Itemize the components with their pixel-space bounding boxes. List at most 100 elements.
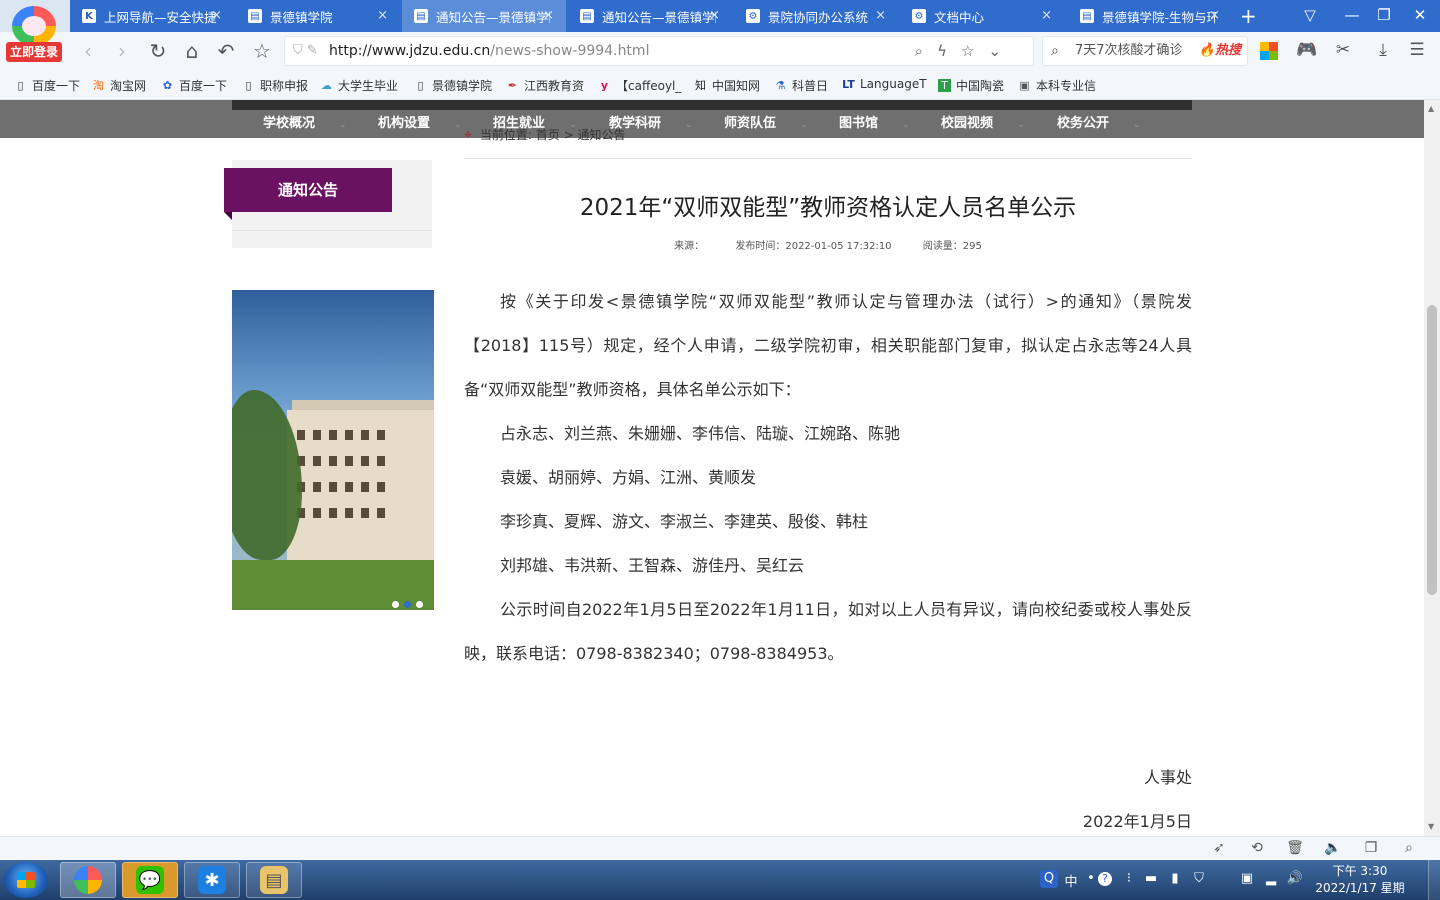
- nav-item-about[interactable]: 学校概况 ⌄: [263, 112, 347, 131]
- home-icon[interactable]: ⌂: [180, 39, 204, 63]
- bookmark-item[interactable]: ▯ 景德镇学院: [414, 77, 492, 94]
- scroll-up-icon[interactable]: ▲: [1428, 104, 1434, 113]
- breadcrumb-home-link[interactable]: 首页: [536, 128, 560, 142]
- trash-icon[interactable]: 🗑: [1286, 840, 1304, 856]
- ime-indicator[interactable]: 中: [1062, 871, 1080, 890]
- slider-dot[interactable]: [392, 601, 399, 608]
- tray-lock-icon[interactable]: ▮: [1166, 871, 1184, 886]
- tab-oa-system[interactable]: ⚙ 景院协同办公系统 ×: [734, 0, 898, 32]
- refresh-icon[interactable]: ↻: [146, 39, 170, 63]
- bookmark-item[interactable]: T 中国陶瓷: [938, 77, 1004, 94]
- breadcrumb-current-link[interactable]: 通知公告: [577, 128, 625, 142]
- slider-dot[interactable]: [416, 601, 423, 608]
- ime-settings-icon[interactable]: ⁝: [1120, 871, 1138, 886]
- bookmark-item[interactable]: ✒ 江西教育资: [506, 77, 584, 94]
- tab-label: 景德镇学院: [270, 9, 333, 25]
- taskbar-browser[interactable]: [60, 862, 116, 898]
- close-icon[interactable]: ×: [1041, 8, 1052, 23]
- hot-search-badge[interactable]: 🔥热搜: [1199, 37, 1241, 65]
- restore-icon[interactable]: ❐: [1374, 6, 1394, 24]
- minimize-icon[interactable]: —: [1342, 6, 1362, 24]
- qq-input-icon[interactable]: Q: [1040, 870, 1058, 888]
- tab-nav-home[interactable]: K 上网导航—安全快捷 ×: [70, 0, 234, 32]
- close-icon[interactable]: ×: [377, 8, 388, 23]
- forward-icon[interactable]: ›: [110, 39, 134, 63]
- game-controller-icon[interactable]: 🎮: [1296, 40, 1318, 62]
- campus-image-slider[interactable]: [232, 290, 434, 610]
- start-button[interactable]: [4, 862, 48, 898]
- nav-item-faculty[interactable]: 师资队伍 ⌄: [724, 112, 808, 131]
- bookmark-item[interactable]: LT LanguageT: [842, 77, 926, 91]
- apps-grid-icon[interactable]: [1260, 42, 1278, 60]
- url-input[interactable]: ⛉ ✎ http://www.jdzu.edu.cn/news-show-999…: [284, 36, 1034, 66]
- nav-item-video[interactable]: 校园视频 ⌄: [941, 112, 1025, 131]
- show-desktop-button[interactable]: [1428, 860, 1440, 900]
- nav-item-affairs[interactable]: 校务公开 ⌄: [1057, 112, 1141, 131]
- nav-label: 图书馆: [839, 116, 879, 131]
- volume-icon[interactable]: 🔈: [1324, 840, 1342, 856]
- bookmark-star-icon[interactable]: ☆: [961, 42, 988, 60]
- network-status-icon[interactable]: ▣: [1238, 871, 1256, 886]
- security-shield-icon[interactable]: ⛉: [1190, 871, 1208, 886]
- favorite-star-icon[interactable]: ☆: [250, 39, 274, 63]
- bookmark-item[interactable]: 知中国知网: [694, 77, 760, 94]
- scrollbar-thumb[interactable]: [1427, 305, 1437, 595]
- menu-icon[interactable]: ☰: [1406, 40, 1428, 62]
- slider-dot-active[interactable]: [404, 601, 411, 608]
- nav-label: 校务公开: [1057, 116, 1110, 131]
- new-tab-button[interactable]: +: [1240, 4, 1257, 28]
- scissors-icon[interactable]: ✂: [1332, 40, 1354, 62]
- bookmark-item[interactable]: ☁ 大学生毕业: [320, 77, 398, 94]
- login-button[interactable]: 立即登录: [6, 42, 62, 62]
- security-shield-icon[interactable]: ⛉ ✎: [293, 37, 318, 65]
- system-clock[interactable]: 下午 3:30 2022/1/17 星期一: [1312, 863, 1408, 900]
- search-input[interactable]: ⌕ 7天7次核酸才确诊 🔥热搜: [1042, 36, 1248, 66]
- bookmark-item[interactable]: 淘淘宝网: [92, 77, 146, 94]
- scroll-down-icon[interactable]: ▼: [1428, 822, 1434, 831]
- translate-icon[interactable]: ⟲: [1248, 840, 1266, 856]
- bookmark-item[interactable]: ▯ 百度一下: [14, 77, 80, 94]
- taskbar-file-explorer[interactable]: ▤: [246, 862, 302, 898]
- bookmark-item[interactable]: ▯ 职称申报: [242, 77, 308, 94]
- bookmark-item[interactable]: ▣ 本科专业信: [1018, 77, 1096, 94]
- skin-icon[interactable]: ▽: [1300, 6, 1320, 24]
- speaker-icon[interactable]: 🔊: [1286, 871, 1304, 886]
- bookmark-item[interactable]: y 【caffeoyl_: [598, 77, 681, 94]
- breadcrumb-separator: >: [559, 128, 578, 142]
- bookmark-item[interactable]: ✿ 百度一下: [161, 77, 227, 94]
- download-icon[interactable]: ⤓: [1372, 40, 1394, 62]
- taskbar-star-app[interactable]: ✱: [184, 862, 240, 898]
- bookmark-item[interactable]: ⚗ 科普日: [774, 77, 828, 94]
- undo-icon[interactable]: ↶: [214, 39, 238, 63]
- close-icon[interactable]: ×: [1209, 8, 1220, 23]
- close-icon[interactable]: ×: [211, 8, 222, 23]
- signature-department: 人事处: [1143, 768, 1192, 787]
- taskbar-wechat[interactable]: 💬: [122, 862, 178, 898]
- close-icon[interactable]: ×: [709, 8, 720, 23]
- tab-label: 文档中心: [934, 9, 985, 25]
- browser-account[interactable]: 立即登录: [6, 6, 62, 62]
- nav-item-library[interactable]: 图书馆 ⌄: [839, 112, 910, 131]
- sidebar-title[interactable]: 通知公告: [224, 168, 392, 220]
- meta-view-count: 阅读量：295: [922, 241, 982, 252]
- tray-app-icon[interactable]: ▬: [1142, 871, 1160, 886]
- zoom-icon[interactable]: ⌕: [1400, 840, 1418, 856]
- tab-jdzu[interactable]: ▤ 景德镇学院 ×: [236, 0, 400, 32]
- window-mode-icon[interactable]: ❐: [1362, 840, 1380, 856]
- window-close-icon[interactable]: ✕: [1410, 6, 1430, 24]
- tab-bio-env[interactable]: ▤ 景德镇学院-生物与环境 ×: [1068, 0, 1232, 32]
- vertical-scrollbar[interactable]: ▲ ▼: [1424, 100, 1440, 836]
- tab-notice-2[interactable]: ▤ 通知公告—景德镇学院 ×: [568, 0, 732, 32]
- close-icon[interactable]: ×: [543, 8, 554, 23]
- tab-doc-center[interactable]: ⚙ 文档中心 ×: [900, 0, 1064, 32]
- zoom-search-icon[interactable]: ⌕: [915, 42, 937, 60]
- close-icon[interactable]: ×: [875, 8, 886, 23]
- speed-mode-icon[interactable]: ϟ: [937, 42, 961, 60]
- tab-notice-active[interactable]: ▤ 通知公告—景德镇学院 ×: [402, 0, 566, 32]
- back-icon[interactable]: ‹: [76, 39, 100, 63]
- help-icon[interactable]: ?: [1098, 872, 1112, 886]
- rocket-icon[interactable]: ➶: [1210, 840, 1228, 856]
- nav-item-departments[interactable]: 机构设置 ⌄: [378, 112, 462, 131]
- dropdown-chevron-icon[interactable]: ⌄: [988, 42, 1015, 60]
- signal-icon[interactable]: ▂: [1262, 871, 1280, 886]
